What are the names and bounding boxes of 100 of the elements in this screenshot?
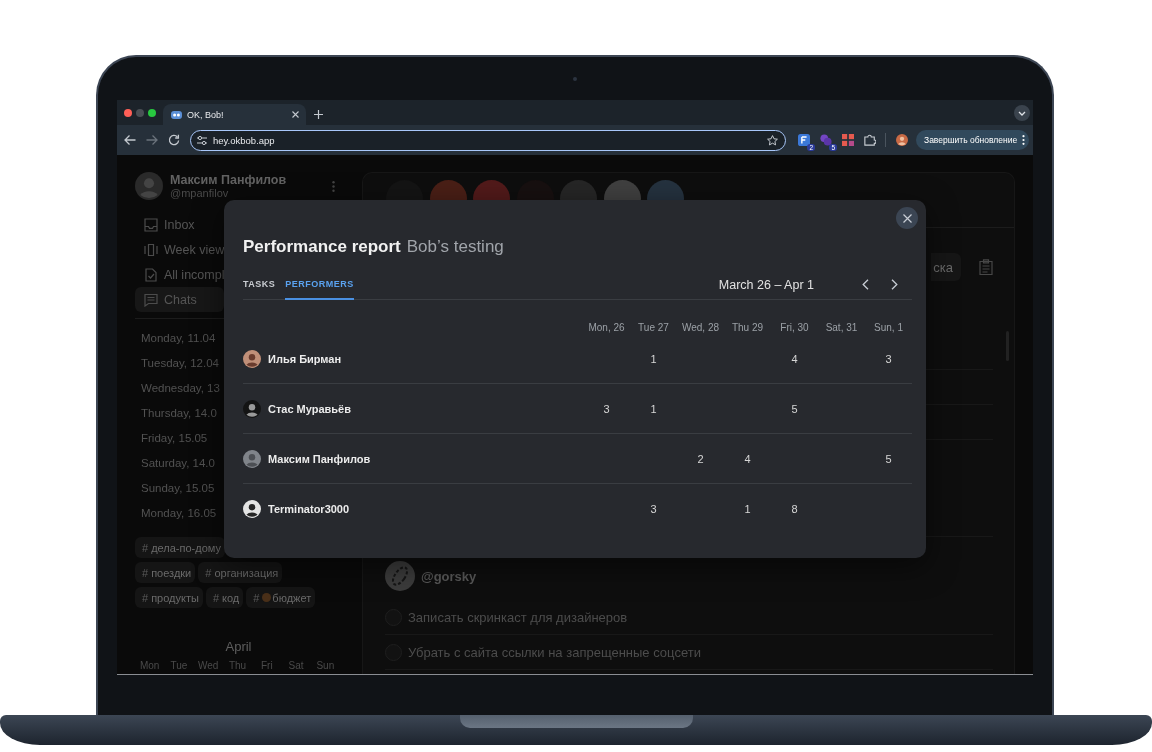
back-icon[interactable] xyxy=(124,134,136,146)
chevron-left-icon xyxy=(861,279,869,290)
nav-item[interactable]: Week view xyxy=(135,237,229,262)
task-count: 1 xyxy=(650,402,657,415)
column-header: Sat, 31 xyxy=(824,321,859,333)
column-header: Wed, 28 xyxy=(680,321,721,333)
extension-icon xyxy=(798,134,810,146)
avatar-icon xyxy=(243,500,261,518)
columns-icon xyxy=(144,242,158,257)
task-count: 4 xyxy=(791,352,798,365)
browser-tab[interactable]: OK, Bob! xyxy=(163,104,306,125)
user-name: Максим Панфилов xyxy=(170,173,288,187)
performer-name: Стас Муравьёв xyxy=(268,402,351,415)
day-item[interactable]: Tuesday, 12.04 xyxy=(135,351,219,376)
weekday-label: Tue xyxy=(169,660,189,672)
day-item[interactable]: Monday, 11.04 xyxy=(135,326,216,351)
column-header: Thu 29 xyxy=(730,321,765,333)
profile-avatar-icon[interactable] xyxy=(896,134,908,146)
inbox-icon xyxy=(144,217,158,232)
avatar-icon xyxy=(243,349,261,368)
performer-name: Terminator3000 xyxy=(268,503,350,515)
tag-chip[interactable]: # дела-по-дому xyxy=(135,537,225,558)
task-count: 3 xyxy=(885,352,892,365)
task-count: 2 xyxy=(697,452,704,465)
close-icon xyxy=(902,213,912,223)
weekday-label: Sat xyxy=(287,660,305,672)
forward-icon[interactable] xyxy=(146,134,158,146)
day-item[interactable]: Sunday, 15.05 xyxy=(135,476,215,501)
column-header: Sun, 1 xyxy=(873,321,904,333)
weekday-label: Sun xyxy=(315,660,336,672)
task-count: 1 xyxy=(650,352,657,365)
day-item[interactable]: Wednesday, 13 xyxy=(135,376,220,401)
avatar-icon xyxy=(385,561,415,591)
task-text[interactable]: Убрать с сайта ссылки на запрещенные соцсети xyxy=(408,644,701,660)
nav-item[interactable]: All incompl xyxy=(135,262,229,287)
column-header: Tue 27 xyxy=(637,321,670,333)
extension-button[interactable] xyxy=(840,132,856,148)
reload-icon[interactable] xyxy=(168,134,180,146)
author-name: @gorsky xyxy=(421,568,477,584)
site-settings-icon[interactable] xyxy=(197,135,207,145)
document-check-icon xyxy=(144,267,158,282)
nav-item[interactable]: Chats xyxy=(135,287,224,312)
new-tab-icon[interactable] xyxy=(314,110,323,119)
day-item[interactable]: Friday, 15.05 xyxy=(135,426,208,451)
weekday-label: Wed xyxy=(197,660,220,672)
task-count: 1 xyxy=(744,503,751,515)
weekday-label: Fri xyxy=(259,660,274,672)
column-header: Mon, 26 xyxy=(587,321,626,333)
nav-item[interactable]: Inbox xyxy=(135,212,224,237)
chevron-right-icon xyxy=(890,279,898,290)
camera-icon xyxy=(573,76,577,81)
window-close-icon[interactable] xyxy=(124,108,132,117)
date-range: March 26 – Apr 1 xyxy=(718,277,814,292)
extension-icon xyxy=(842,134,854,146)
board-button[interactable]: ска xyxy=(931,253,961,281)
puzzle-icon xyxy=(864,134,876,146)
favicon-icon xyxy=(171,110,182,119)
window-minimize-icon[interactable] xyxy=(136,108,144,117)
update-button[interactable]: Завершить обновление xyxy=(916,130,1030,150)
avatar-icon xyxy=(243,399,261,418)
task-count: 4 xyxy=(744,452,751,465)
chat-icon xyxy=(144,292,158,307)
tag-chip[interactable]: # бюджет xyxy=(246,587,316,608)
window-maximize-icon[interactable] xyxy=(148,108,156,117)
task-count: 8 xyxy=(791,503,798,515)
task-count: 3 xyxy=(650,503,657,515)
day-item[interactable]: Saturday, 14.0 xyxy=(135,451,215,476)
clipboard-icon[interactable] xyxy=(979,259,993,275)
more-icon xyxy=(1022,135,1026,145)
report-tab[interactable]: TASKS xyxy=(243,270,276,300)
task-text[interactable]: Записать скринкаст для дизайнеров xyxy=(408,609,628,625)
weekday-label: Thu xyxy=(227,660,248,672)
avatar-icon xyxy=(135,172,163,200)
project-name: Bob’s testing xyxy=(406,237,504,256)
dialog-title: Performance report xyxy=(243,237,401,256)
extension-icon xyxy=(820,134,832,146)
day-item[interactable]: Monday, 16.05 xyxy=(135,501,217,526)
weekday-label: Mon xyxy=(138,660,161,672)
task-count: 5 xyxy=(885,452,892,465)
calendar-month: April xyxy=(224,639,253,655)
extension-button[interactable] xyxy=(862,132,878,148)
tag-chip[interactable]: # код xyxy=(205,587,244,608)
avatar-icon xyxy=(243,449,261,468)
close-tab-icon[interactable] xyxy=(292,111,299,118)
address-field[interactable]: hey.okbob.app xyxy=(190,129,786,151)
tab-search-icon[interactable] xyxy=(1014,104,1030,121)
performer-name: Илья Бирман xyxy=(268,352,342,365)
tag-chip[interactable]: # продукты xyxy=(135,587,203,608)
bookmark-star-icon[interactable] xyxy=(767,134,778,146)
tag-chip[interactable]: # организация xyxy=(198,562,283,583)
task-count: 5 xyxy=(791,402,798,415)
report-tab[interactable]: PERFORMERS xyxy=(285,270,354,300)
user-handle: @mpanfilov xyxy=(170,187,230,199)
emoji-icon xyxy=(262,593,272,602)
performer-name: Максим Панфилов xyxy=(268,452,371,465)
close-button[interactable] xyxy=(896,207,918,229)
column-header: Fri, 30 xyxy=(779,321,810,333)
day-item[interactable]: Thursday, 14.0 xyxy=(135,401,217,426)
tag-chip[interactable]: # поездки xyxy=(135,562,196,583)
task-count: 3 xyxy=(603,402,610,415)
